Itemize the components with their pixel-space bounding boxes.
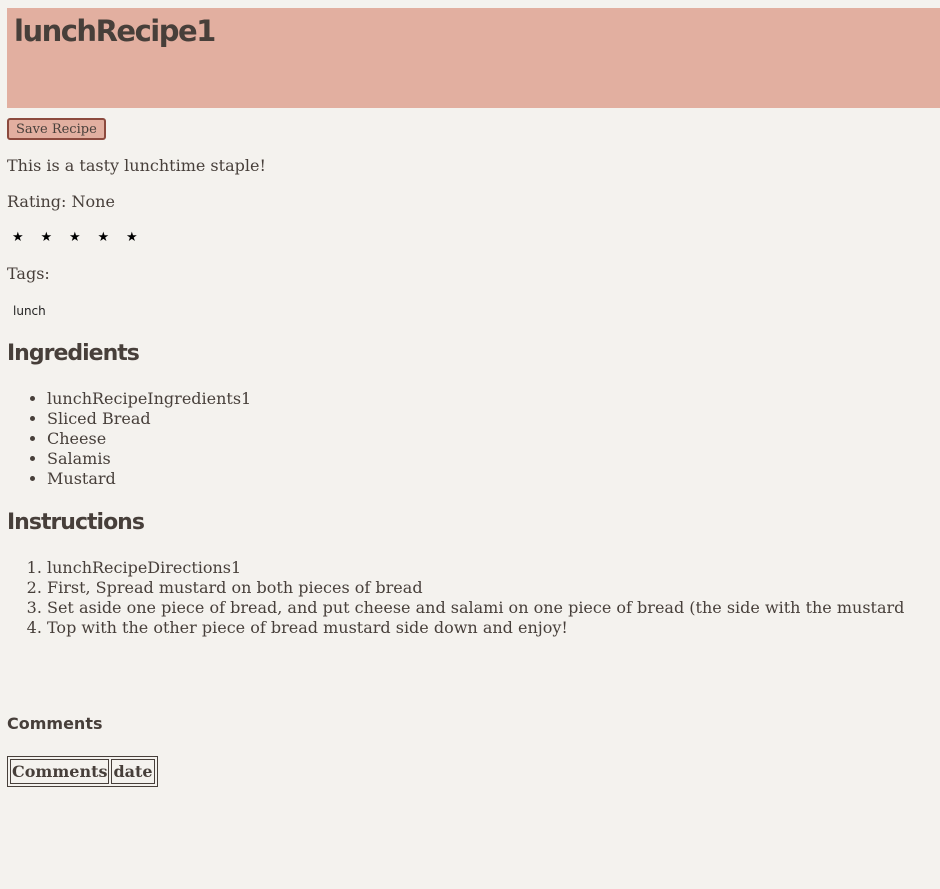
column-header-date: date bbox=[111, 759, 155, 784]
instructions-heading: Instructions bbox=[7, 510, 145, 535]
save-recipe-button[interactable]: Save Recipe bbox=[7, 118, 106, 140]
instruction-step: Set aside one piece of bread, and put ch… bbox=[47, 598, 904, 618]
instructions-list: lunchRecipeDirections1 First, Spread mus… bbox=[7, 558, 904, 638]
instruction-step: First, Spread mustard on both pieces of … bbox=[47, 578, 904, 598]
comments-label: Comments bbox=[7, 714, 103, 733]
tags-label: Tags: bbox=[7, 264, 50, 283]
ingredient-item: Salamis bbox=[47, 449, 251, 469]
ingredient-item: Cheese bbox=[47, 429, 251, 449]
table-header-row: Comments date bbox=[10, 759, 155, 784]
ingredients-list: lunchRecipeIngredients1 Sliced Bread Che… bbox=[7, 389, 251, 489]
tag-lunch: lunch bbox=[13, 304, 46, 318]
page-title: lunchRecipe1 bbox=[14, 14, 216, 48]
recipe-header: lunchRecipe1 bbox=[7, 8, 940, 108]
star-icon-3[interactable]: ★ bbox=[69, 230, 98, 245]
ingredients-heading: Ingredients bbox=[7, 341, 140, 366]
star-icon-1[interactable]: ★ bbox=[12, 230, 41, 245]
ingredient-item: Sliced Bread bbox=[47, 409, 251, 429]
star-rating: ★ ★ ★ ★ ★ bbox=[12, 230, 155, 245]
instruction-step: lunchRecipeDirections1 bbox=[47, 558, 904, 578]
instruction-step: Top with the other piece of bread mustar… bbox=[47, 618, 904, 638]
rating-text: Rating: None bbox=[7, 192, 115, 211]
comments-table: Comments date bbox=[7, 756, 158, 787]
ingredient-item: lunchRecipeIngredients1 bbox=[47, 389, 251, 409]
star-icon-4[interactable]: ★ bbox=[98, 230, 127, 245]
column-header-comments: Comments bbox=[10, 759, 110, 784]
ingredient-item: Mustard bbox=[47, 469, 251, 489]
recipe-description: This is a tasty lunchtime staple! bbox=[7, 156, 266, 175]
star-icon-2[interactable]: ★ bbox=[41, 230, 70, 245]
star-icon-5[interactable]: ★ bbox=[126, 230, 155, 245]
